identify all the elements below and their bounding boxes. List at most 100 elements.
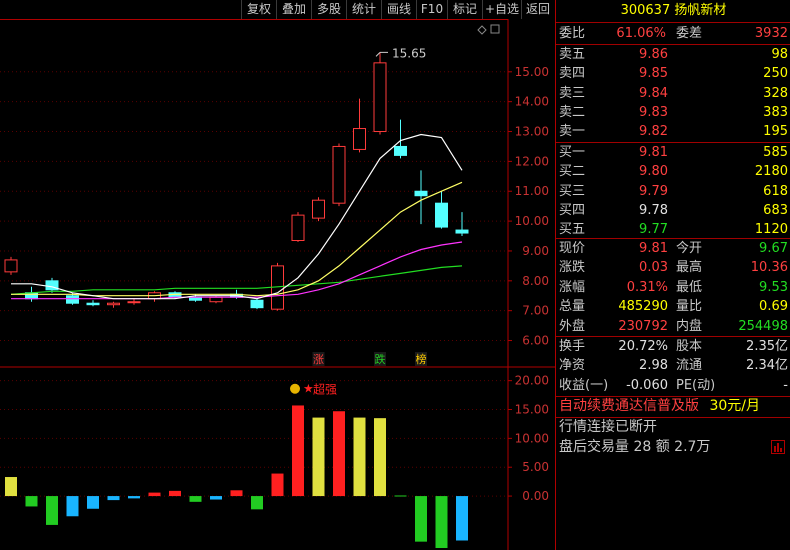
stock-title[interactable]: 300637 扬帆新材 — [556, 0, 790, 22]
stat-value: 0.03 — [639, 260, 668, 276]
indicator-bar — [169, 490, 181, 497]
row-price: 9.85 — [639, 66, 668, 82]
stat-value: 20.72% — [618, 339, 668, 354]
indicator-tick-label: 0.00 — [522, 489, 549, 503]
indicator-bar — [107, 496, 120, 501]
stat-value: 9.67 — [759, 241, 788, 256]
connection-status: 行情连接已断开 — [559, 419, 657, 435]
row-price: 9.80 — [639, 164, 668, 180]
quote-row: 买三 9.79 618 — [556, 182, 790, 201]
promo-text: 自动续费通达信普及版 — [559, 398, 699, 414]
indicator-bar — [435, 496, 448, 548]
candle-body — [312, 199, 325, 219]
row-volume: 2180 — [754, 164, 788, 180]
moving-average-layer — [10, 133, 463, 300]
toolbar-button-6[interactable]: 标记 — [447, 0, 482, 19]
candle — [4, 256, 18, 275]
indicator-bar — [5, 477, 17, 497]
indicator-bar — [415, 496, 427, 542]
indicator-bars[interactable] — [5, 405, 468, 548]
stat-value: 0.69 — [759, 299, 788, 315]
indicator-bar — [251, 496, 263, 510]
stat-value: 0.31% — [626, 279, 668, 295]
indicator-bar — [25, 496, 38, 507]
indicator-bar — [312, 417, 325, 497]
price-tick-label: 13.00 — [515, 125, 549, 139]
max-price-label: 15.65 — [392, 46, 426, 60]
stat-value: 2.35亿 — [746, 339, 788, 354]
candle-body — [4, 259, 18, 273]
row-volume: 618 — [763, 183, 788, 199]
weicha-label: 委差 — [676, 26, 703, 41]
candle — [435, 191, 448, 229]
max-pointer — [375, 51, 388, 57]
candle-body — [86, 302, 100, 306]
quote-panel: 300637 扬帆新材 委比 61.06% 委差 3932 卖五 9.86 98 卖四… — [555, 0, 790, 550]
moneybag-icon — [290, 383, 300, 394]
row-price: 9.84 — [639, 85, 668, 101]
promo-link[interactable]: 自动续费通达信普及版 30元/月 — [559, 396, 760, 416]
indicator-bar — [374, 418, 386, 497]
row-volume: 585 — [763, 145, 788, 160]
signal-marker: 涨 — [313, 353, 324, 366]
stat-label: 净资 — [559, 358, 586, 374]
row-price: 9.86 — [639, 47, 668, 62]
candle — [107, 301, 120, 308]
candle — [45, 277, 59, 293]
stats-row: 外盘 230792 内盘 254498 — [556, 317, 790, 336]
chart-area[interactable]: 15.00 14.00 13.00 12.00 11.00 10.00 9.00 8.00 7.… — [0, 0, 555, 550]
stock-name: 扬帆新材 — [674, 3, 727, 18]
row-label: 卖一 — [559, 124, 586, 140]
after-hours-volume: 盘后交易量 28 额 2.7万 — [559, 439, 711, 455]
stats-row: 涨幅 0.31% 最低 9.53 — [556, 278, 790, 297]
candle — [332, 143, 346, 207]
candle-body — [455, 229, 469, 234]
row-price: 9.77 — [639, 222, 668, 238]
detail-icon[interactable] — [771, 440, 785, 454]
candle — [312, 197, 325, 222]
toolbar-button-2[interactable]: 多股 — [311, 0, 346, 19]
toolbar-button-4[interactable]: 画线 — [381, 0, 416, 19]
indicator-bar — [189, 496, 202, 502]
indicator-tick-label: 15.00 — [515, 403, 549, 417]
toolbar-button-8[interactable]: 返回 — [521, 0, 554, 19]
ma-yellow-line — [11, 181, 463, 297]
price-tick-label: 14.00 — [515, 95, 549, 109]
candle-body — [373, 62, 387, 133]
stat-label: 最高 — [676, 260, 703, 276]
indicator-bar — [456, 496, 468, 541]
toolbar-button-7[interactable]: +自选 — [482, 0, 521, 19]
row-volume: 383 — [763, 104, 788, 120]
toolbar-button-0[interactable]: 复权 — [241, 0, 276, 19]
toolbar-button-5[interactable]: F10 — [416, 0, 447, 19]
stat-value: 254498 — [738, 318, 788, 334]
row-label: 卖五 — [559, 47, 586, 62]
stat-label: 收益(一) — [559, 377, 609, 393]
candle — [414, 170, 428, 225]
stats-row: 总量 485290 量比 0.69 — [556, 297, 790, 316]
kline-layer[interactable] — [4, 52, 469, 311]
candle-body — [66, 295, 79, 304]
indicator-tick-label: 10.00 — [515, 431, 549, 445]
indicator-bar — [66, 496, 79, 517]
signal-marker: 跌 — [375, 352, 386, 366]
row-price: 9.82 — [639, 124, 668, 140]
row-label: 买一 — [559, 145, 586, 160]
price-tick-label: 9.00 — [522, 244, 549, 258]
row-label: 买二 — [559, 164, 586, 180]
weicha-value: 3932 — [754, 26, 788, 41]
candle-body — [209, 296, 223, 303]
quote-row: 买四 9.78 683 — [556, 201, 790, 220]
toolbar-button-3[interactable]: 统计 — [346, 0, 381, 19]
toolbar-button-1[interactable]: 叠加 — [276, 0, 311, 19]
stat-value: 485290 — [618, 299, 668, 315]
stat-label: 股本 — [676, 339, 703, 354]
stat-value: - — [783, 377, 788, 393]
indicator-grid — [0, 380, 508, 497]
indicator-bar — [292, 405, 304, 497]
row-label: 买四 — [559, 202, 586, 218]
quote-row: 买一 9.81 585 — [556, 143, 790, 162]
diamond-icon — [477, 25, 487, 35]
stat-value: 2.98 — [639, 358, 668, 374]
indicator-bar — [394, 495, 407, 497]
